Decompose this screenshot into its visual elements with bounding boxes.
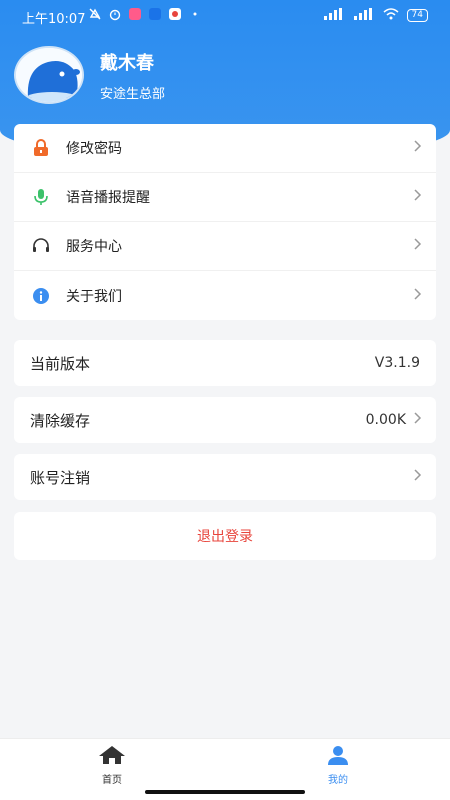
version-value: V3.1.9 — [374, 355, 420, 371]
chevron-right-icon — [414, 287, 422, 304]
lock-icon — [32, 139, 50, 157]
version-row: 当前版本 V3.1.9 — [14, 340, 436, 386]
notification-icons — [88, 7, 202, 21]
chevron-right-icon — [414, 140, 422, 156]
clear-cache-label: 清除缓存 — [30, 411, 91, 430]
logout-label: 退出登录 — [197, 529, 253, 545]
tab-mine[interactable]: 我的 — [308, 745, 368, 786]
app-notification-icon — [128, 7, 142, 21]
info-icon — [32, 287, 50, 305]
chevron-right-icon — [414, 469, 422, 485]
menu-item-voice-reminder[interactable]: 语音播报提醒 — [14, 173, 436, 222]
menu-item-label: 语音播报提醒 — [66, 190, 150, 206]
menu-item-label: 关于我们 — [66, 288, 122, 305]
app-notification-icon — [168, 7, 182, 21]
mute-icon — [88, 7, 102, 21]
dot-icon — [188, 7, 202, 21]
menu-item-service-center[interactable]: 服务中心 — [14, 222, 436, 271]
home-indicator — [145, 790, 305, 794]
microphone-icon — [32, 188, 50, 206]
alarm-icon — [108, 7, 122, 21]
chevron-right-icon — [414, 238, 422, 254]
tab-home[interactable]: 首页 — [82, 745, 142, 786]
status-time: 上午10:07 — [22, 12, 86, 27]
user-department: 安途生总部 — [100, 86, 166, 102]
app-notification-icon — [148, 7, 162, 21]
chevron-right-icon — [414, 189, 422, 205]
menu-item-about-us[interactable]: 关于我们 — [14, 271, 436, 320]
wifi-icon — [383, 8, 399, 23]
profile-header[interactable]: 戴木春 安途生总部 — [14, 46, 165, 104]
battery-icon: 74 — [406, 9, 428, 22]
tab-label: 我的 — [328, 775, 348, 786]
signal-icon — [323, 8, 345, 23]
menu-item-change-password[interactable]: 修改密码 — [14, 124, 436, 173]
menu-item-label: 服务中心 — [66, 239, 122, 255]
headset-icon — [32, 237, 50, 255]
clear-cache-row[interactable]: 清除缓存 0.00K — [14, 397, 436, 443]
tab-label: 首页 — [102, 775, 122, 786]
menu-item-label: 修改密码 — [66, 141, 122, 157]
account-deletion-row[interactable]: 账号注销 — [14, 454, 436, 500]
cache-size-value: 0.00K — [365, 412, 406, 428]
avatar[interactable] — [14, 46, 84, 104]
settings-menu: 修改密码 语音播报提醒 服务中心 关于我们 — [14, 124, 436, 320]
user-icon — [326, 746, 350, 769]
account-deletion-label: 账号注销 — [30, 468, 91, 487]
signal-icon — [353, 8, 375, 23]
chevron-right-icon — [414, 412, 422, 428]
version-label: 当前版本 — [30, 354, 91, 373]
logout-button[interactable]: 退出登录 — [14, 512, 436, 560]
status-bar: 上午10:07 74 — [0, 0, 450, 32]
status-right: 74 — [323, 8, 428, 23]
home-icon — [98, 746, 126, 769]
user-name: 戴木春 — [100, 52, 154, 74]
